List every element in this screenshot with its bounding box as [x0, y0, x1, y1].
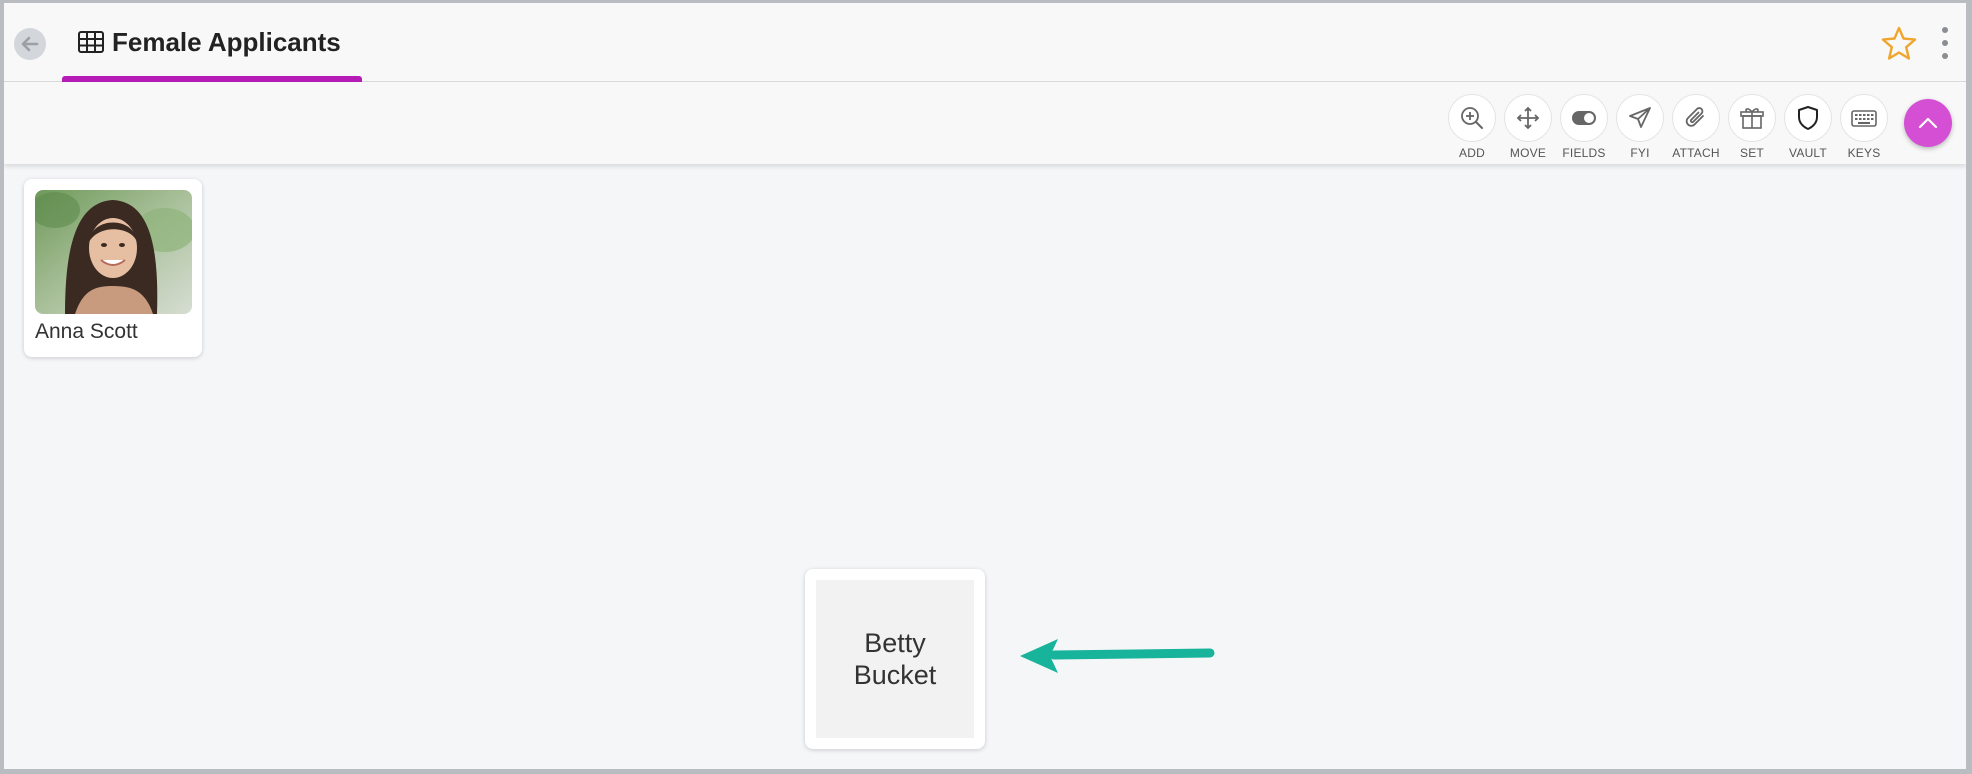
collapse-fab-button[interactable] [1904, 99, 1952, 147]
table-icon [78, 31, 104, 53]
arrow-left-icon [21, 36, 39, 52]
keyboard-icon [1851, 110, 1877, 127]
page-title: Female Applicants [112, 27, 341, 57]
placeholder-avatar: Betty Bucket [816, 580, 974, 738]
attach-button[interactable]: ATTACH [1668, 94, 1724, 160]
chevron-up-icon [1918, 117, 1938, 129]
fields-button[interactable]: FIELDS [1556, 94, 1612, 160]
shield-icon [1798, 106, 1818, 130]
annotation-arrow [1020, 639, 1215, 673]
vault-button[interactable]: VAULT [1780, 94, 1836, 160]
avatar [35, 190, 192, 314]
move-button[interactable]: MOVE [1500, 94, 1556, 160]
vault-label: VAULT [1789, 146, 1827, 160]
gift-box-icon [1740, 108, 1764, 129]
applicant-card-betty[interactable]: Betty Bucket [805, 569, 985, 749]
paper-plane-icon [1629, 107, 1651, 128]
fyi-button[interactable]: FYI [1612, 94, 1668, 160]
attach-label: ATTACH [1672, 146, 1720, 160]
back-button[interactable] [14, 28, 46, 60]
applicant-name: Betty Bucket [853, 628, 937, 690]
move-icon [1516, 106, 1540, 130]
more-vertical-icon[interactable] [1938, 25, 1952, 61]
move-label: MOVE [1509, 146, 1547, 160]
fyi-label: FYI [1630, 146, 1650, 160]
keys-button[interactable]: KEYS [1836, 94, 1892, 160]
action-toolbar: ADD MOVE FIELDS FYI ATTACH SET VAULT KEY… [4, 82, 1966, 164]
set-button[interactable]: SET [1724, 94, 1780, 160]
zoom-in-icon [1461, 107, 1483, 129]
keys-label: KEYS [1847, 146, 1881, 160]
app-window: Female Applicants ADD MOVE FIELDS FYI AT… [4, 3, 1966, 769]
add-button[interactable]: ADD [1444, 94, 1500, 160]
header-bar: Female Applicants [4, 3, 1966, 82]
set-label: SET [1740, 146, 1764, 160]
add-label: ADD [1459, 146, 1485, 160]
paperclip-icon [1685, 107, 1704, 127]
fields-label: FIELDS [1562, 146, 1606, 160]
toggle-icon [1572, 111, 1596, 125]
star-icon[interactable] [1880, 25, 1918, 63]
applicant-name: Anna Scott [35, 320, 138, 343]
applicant-card-anna[interactable]: Anna Scott [24, 179, 202, 357]
